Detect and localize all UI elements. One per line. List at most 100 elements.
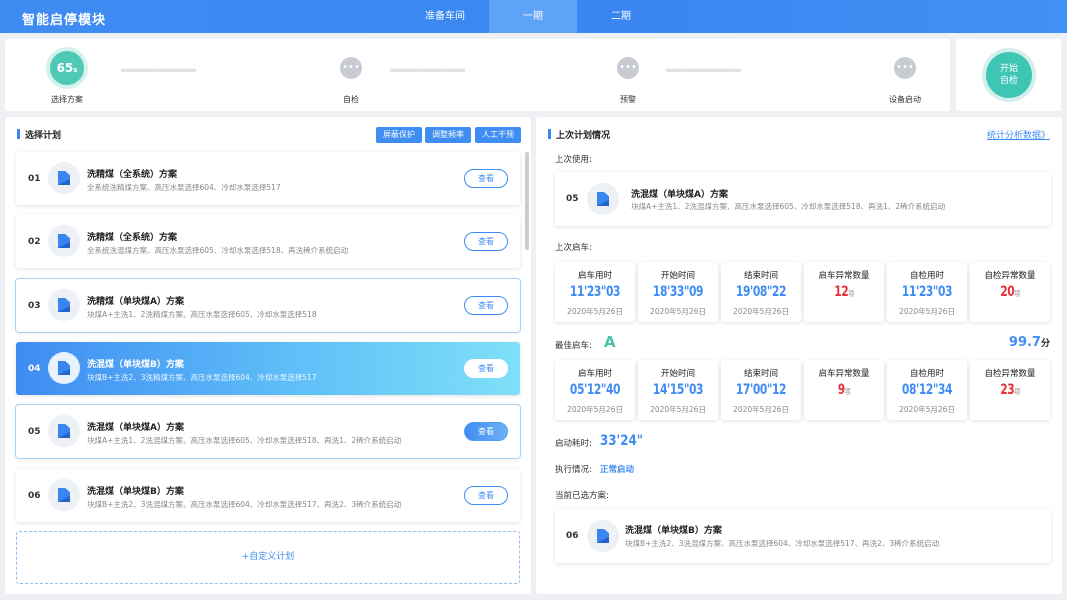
view-button[interactable]: 查看 — [464, 296, 508, 315]
manual-intervention-button[interactable]: 人工干预 — [475, 127, 521, 143]
stat-date: 2020年5月26日 — [567, 405, 623, 414]
best-start-label: 最佳启车: — [555, 341, 592, 351]
stat-date: 2020年5月26日 — [650, 307, 706, 316]
stat-date: 2020年5月26日 — [567, 307, 623, 316]
view-button[interactable]: 查看 — [464, 486, 508, 505]
stat-title: 自检异常数量 — [984, 369, 1036, 379]
exec-status: 正常启动 — [600, 465, 635, 475]
panel-title: 上次计划情况 — [548, 128, 610, 141]
stat-value: 20项 — [1000, 284, 1020, 300]
stat-date: 2020年5月26日 — [650, 405, 706, 414]
scrollbar[interactable] — [525, 152, 529, 250]
document-icon — [587, 520, 619, 552]
stat-date: 2020年5月26日 — [899, 307, 955, 316]
tab-prep-workshop[interactable]: 准备车间 — [401, 0, 489, 33]
stat-title: 自检用时 — [909, 271, 944, 281]
stat-value: 23项 — [1000, 382, 1020, 398]
current-plan-card: 06 洗混煤（单块煤B）方案 块煤B+主洗2、3洗混煤方案、高压水泵选择604、… — [555, 509, 1051, 563]
chevron-arrows-icon: ››››››››››››››››››››››››››››››››››››››››… — [389, 66, 466, 76]
pending-dots-icon: ••• — [894, 57, 916, 79]
stat-card: 结束时间 19'08"22 2020年5月26日 — [721, 262, 801, 322]
stat-date: 2020年5月26日 — [733, 405, 789, 414]
panel-title: 选择计划 — [17, 128, 61, 141]
plan-card-03[interactable]: 03 洗精煤（单块煤A）方案 块煤A+主洗1、2洗精煤方案、高压水泵选择605、… — [16, 279, 520, 332]
plan-card-01[interactable]: 01 洗精煤（全系统）方案 全系统洗精煤方案、高压水泵选择604、冷却水泵选择5… — [16, 152, 520, 205]
document-icon — [48, 479, 80, 511]
document-icon — [48, 352, 80, 384]
stat-title: 启车用时 — [577, 369, 612, 379]
stat-card: 启车用时 05'12"40 2020年5月26日 — [555, 360, 635, 420]
tab-phase-2[interactable]: 二期 — [577, 0, 665, 33]
countdown-badge: 65s — [50, 51, 84, 85]
stat-card: 启车用时 11'23"03 2020年5月26日 — [555, 262, 635, 322]
current-plan-label: 当前已选方案: — [555, 491, 609, 501]
step-self-check: ••• 自检 — [316, 57, 386, 104]
stat-card: 启车异常数量 12项 — [804, 262, 884, 322]
stat-title: 启车异常数量 — [818, 369, 870, 379]
stat-date: 2020年5月26日 — [899, 405, 955, 414]
stat-card: 自检用时 08'12"34 2020年5月26日 — [887, 360, 967, 420]
stat-title: 结束时间 — [743, 271, 778, 281]
stat-value: 08'12"34 — [901, 382, 953, 398]
plan-card-04-selected[interactable]: 04 洗混煤（单块煤B）方案 块煤B+主洗2、3洗精煤方案、高压水泵选择604、… — [16, 342, 520, 395]
stat-title: 启车用时 — [577, 271, 612, 281]
shield-protect-button[interactable]: 屏蔽保护 — [376, 127, 422, 143]
stat-date: 2020年5月26日 — [733, 307, 789, 316]
progress-steps: 65s 选择方案 ›››››››››››››››››››››››››››››››… — [5, 39, 950, 111]
stat-title: 结束时间 — [743, 369, 778, 379]
exec-label: 执行情况: — [555, 465, 592, 475]
tab-phase-1[interactable]: 一期 — [489, 0, 577, 33]
view-button[interactable]: 查看 — [464, 359, 508, 378]
best-score: 99.7分 — [1008, 335, 1050, 350]
start-self-check-button[interactable]: 开始 自检 — [986, 52, 1032, 98]
view-button[interactable]: 查看 — [464, 232, 508, 251]
view-button[interactable]: 查看 — [464, 169, 508, 188]
stat-card: 启车异常数量 9项 — [804, 360, 884, 420]
chevron-arrows-icon: ››››››››››››››››››››››››››››››››››››››››… — [665, 66, 742, 76]
last-start-label: 上次启车: — [555, 243, 592, 253]
plan-card-05[interactable]: 05 洗混煤（单块煤A）方案 块煤A+主洗1、2洗混煤方案、高压水泵选择605、… — [16, 405, 520, 458]
start-panel: 开始 自检 — [956, 39, 1061, 111]
plan-selection-panel: 选择计划 屏蔽保护 调整频率 人工干预 01 洗精煤（全系统）方案 全系统洗精煤… — [5, 117, 531, 594]
stat-card: 自检用时 11'23"03 2020年5月26日 — [887, 262, 967, 322]
last-plan-panel: 上次计划情况 统计分析数据》 上次使用: 05 洗混煤（单块煤A）方案 块煤A+… — [536, 117, 1062, 594]
duration-label: 启动耗时: — [555, 439, 592, 449]
statistics-link[interactable]: 统计分析数据》 — [987, 128, 1050, 141]
stat-card: 自检异常数量 20项 — [970, 262, 1050, 322]
stat-value: 11'23"03 — [569, 284, 621, 300]
pending-dots-icon: ••• — [617, 57, 639, 79]
view-button[interactable]: 查看 — [464, 422, 508, 441]
top-bar: 智能启停模块 准备车间 一期 二期 — [0, 0, 1067, 33]
stat-title: 自检用时 — [909, 369, 944, 379]
best-grade: A — [604, 333, 616, 351]
chevron-arrows-icon: ››››››››››››››››››››››››››››››››››››››››… — [120, 66, 197, 76]
last-used-plan-card: 05 洗混煤（单块煤A）方案 块煤A+主洗1、2洗混煤方案、高压水泵选择605、… — [555, 172, 1051, 226]
plan-card-02[interactable]: 02 洗精煤（全系统）方案 全系统洗混煤方案、高压水泵选择605、冷却水泵选择5… — [16, 215, 520, 268]
document-icon — [48, 415, 80, 447]
document-icon — [48, 289, 80, 321]
document-icon — [587, 183, 619, 215]
stat-title: 开始时间 — [660, 271, 695, 281]
stat-title: 启车异常数量 — [818, 271, 870, 281]
pending-dots-icon: ••• — [340, 57, 362, 79]
plan-card-06[interactable]: 06 洗混煤（单块煤B）方案 块煤B+主洗2、3洗混煤方案、高压水泵选择604、… — [16, 469, 520, 522]
stat-value: 19'08"22 — [735, 284, 787, 300]
document-icon — [48, 162, 80, 194]
stat-value: 14'15"03 — [652, 382, 704, 398]
stat-value: 9项 — [837, 382, 851, 398]
duration-value: 33'24" — [600, 433, 643, 449]
stat-card: 开始时间 14'15"03 2020年5月26日 — [638, 360, 718, 420]
adjust-frequency-button[interactable]: 调整频率 — [425, 127, 471, 143]
add-custom-plan-button[interactable]: +自定义计划 — [16, 531, 520, 584]
stat-card: 自检异常数量 23项 — [970, 360, 1050, 420]
stat-value: 05'12"40 — [569, 382, 621, 398]
stat-card: 结束时间 17'00"12 2020年5月26日 — [721, 360, 801, 420]
stat-value: 17'00"12 — [735, 382, 787, 398]
stat-title: 自检异常数量 — [984, 271, 1036, 281]
app-title: 智能启停模块 — [22, 13, 107, 28]
stat-value: 18'33"09 — [652, 284, 704, 300]
stat-card: 开始时间 18'33"09 2020年5月26日 — [638, 262, 718, 322]
step-device-start: ••• 设备启动 — [870, 57, 940, 104]
stat-value: 12项 — [834, 284, 854, 300]
last-used-label: 上次使用: — [555, 155, 592, 165]
